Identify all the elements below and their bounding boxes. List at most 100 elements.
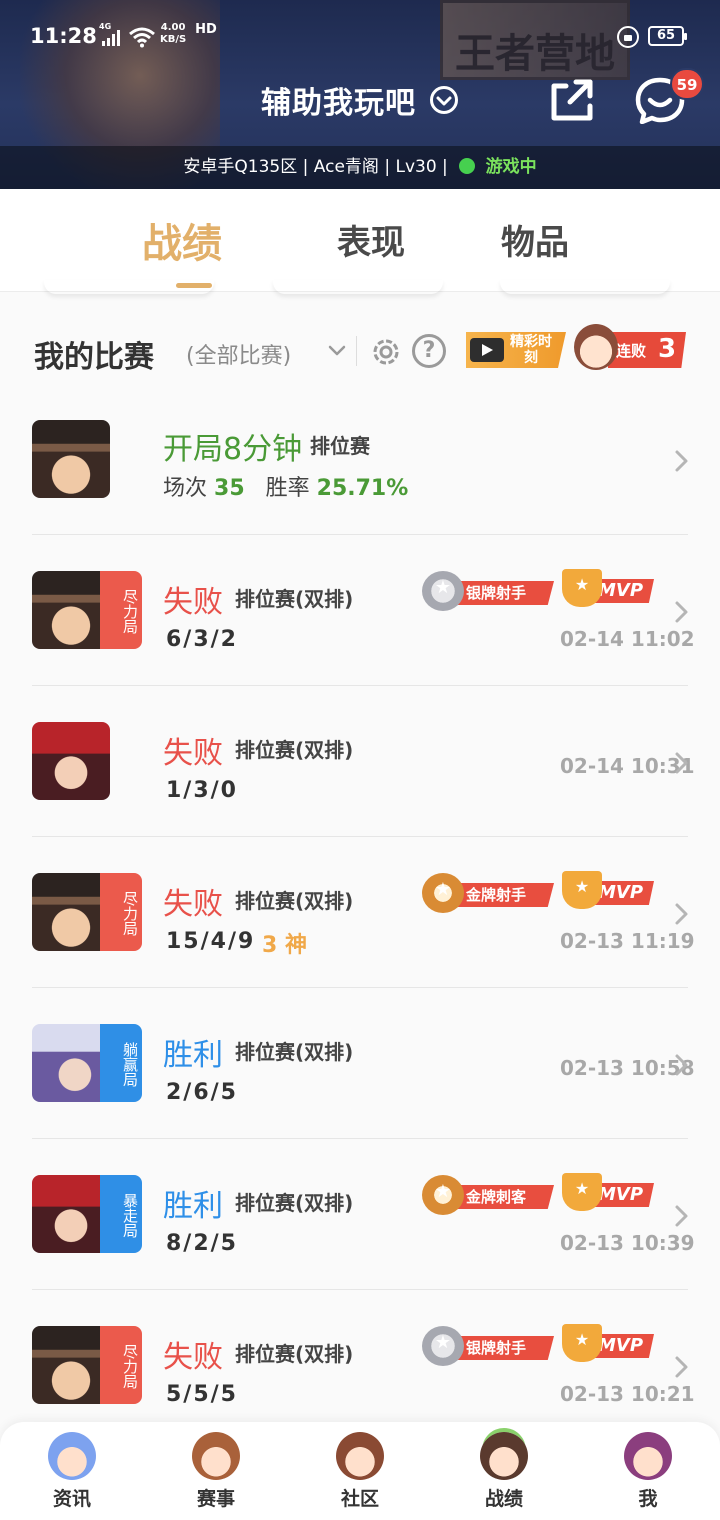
chevron-down-circle-icon (430, 86, 459, 114)
online-status-text: 游戏中 (485, 157, 537, 177)
games-count: 35 (214, 476, 245, 501)
online-status-dot (459, 158, 476, 174)
medal-badge: 金牌刺客 (422, 1175, 562, 1215)
match-row[interactable]: 尽力局 失败 排位赛(双排) 6/3/2 银牌射手 MVP 02-14 11:0… (0, 535, 720, 686)
gold-medal-icon (422, 873, 464, 913)
highlight-moments-label: 精彩时刻 (510, 334, 552, 366)
match-tag: 尽力局 (100, 873, 142, 951)
signal-icon (102, 30, 124, 46)
match-mode: 排位赛(双排) (235, 1191, 354, 1215)
summary-stats: 场次 35 胜率 25.71% (163, 470, 408, 502)
chevron-right-icon (675, 752, 688, 774)
matches-section-header: 我的比赛 (全部比赛) ? 精彩时刻 连败 3 (0, 318, 720, 382)
medal-badge: 银牌射手 (422, 1326, 562, 1366)
match-row[interactable]: 暴走局 胜利 排位赛(双排) 8/2/5 金牌刺客 MVP 02-13 10:3… (0, 1139, 720, 1290)
status-time: 11:28 (30, 24, 97, 48)
news-avatar-icon (48, 1432, 96, 1480)
page-title: 辅助我玩吧 (260, 86, 416, 121)
winrate-value: 25.71% (316, 476, 409, 501)
match-row[interactable]: 尽力局 失败 排位赛(双排) 15/4/9 3 神 金牌射手 MVP 02-13… (0, 837, 720, 988)
nav-label: 资讯 (52, 1488, 91, 1510)
nav-events[interactable]: 赛事 (144, 1432, 288, 1511)
summary-row[interactable]: 开局8分钟 排位赛 场次 35 胜率 25.71% (0, 384, 720, 535)
streak-label: 连败 (616, 342, 647, 360)
mvp-badge: MVP (560, 569, 656, 611)
match-row[interactable]: 失败 排位赛(双排) 1/3/0 02-14 10:31 (0, 686, 720, 837)
tab-items[interactable]: 物品 (501, 215, 569, 264)
hero-avatar (32, 873, 110, 951)
chevron-right-icon (675, 601, 688, 623)
network-speed: 4.00 KB/S (160, 22, 186, 46)
mvp-badge: MVP (560, 871, 656, 913)
match-list: 开局8分钟 排位赛 场次 35 胜率 25.71% 尽力局 失败 排位赛(双排)… (0, 384, 720, 1441)
medal-badge: 金牌射手 (422, 873, 562, 913)
hero-avatar (32, 722, 110, 800)
medal-label: 银牌射手 (450, 1336, 554, 1360)
speed-unit: KB/S (160, 34, 187, 45)
trophy-icon (562, 1324, 602, 1362)
chevron-down-icon[interactable] (326, 340, 348, 362)
nav-news[interactable]: 资讯 (0, 1432, 144, 1511)
nav-community[interactable]: 社区 (288, 1432, 432, 1511)
rotation-lock-icon (617, 26, 639, 48)
tab-performance[interactable]: 表现 (337, 215, 405, 264)
trophy-icon (562, 871, 602, 909)
me-avatar-icon (624, 1432, 672, 1480)
chevron-right-icon (675, 903, 688, 925)
match-row[interactable]: 躺赢局 胜利 排位赛(双排) 2/6/5 02-13 10:58 (0, 988, 720, 1139)
trophy-icon (562, 569, 602, 607)
trophy-icon (562, 1173, 602, 1211)
match-filter-dropdown[interactable]: (全部比赛) (186, 338, 291, 370)
highlight-moments-button[interactable]: 精彩时刻 (466, 332, 566, 368)
nav-records[interactable]: 战绩 (432, 1432, 576, 1511)
account-switcher[interactable]: 辅助我玩吧 (0, 78, 720, 122)
records-avatar-icon (480, 1432, 528, 1480)
collapsed-card-edge (44, 280, 214, 294)
speed-value: 4.00 (160, 22, 186, 33)
games-label: 场次 (163, 476, 208, 501)
crying-avatar-icon (574, 324, 618, 370)
match-mode: 排位赛(双排) (235, 587, 354, 611)
share-icon[interactable] (546, 76, 598, 124)
silver-medal-icon (422, 1326, 464, 1366)
separator: | (384, 157, 391, 177)
mvp-badge: MVP (560, 1173, 656, 1215)
losing-streak-badge: 连败 3 (570, 324, 686, 372)
match-time: 02-14 11:02 (560, 627, 695, 651)
match-mode: 排位赛(双排) (235, 738, 354, 762)
match-kda: 8/2/5 (166, 1231, 238, 1256)
match-tag: 暴走局 (100, 1175, 142, 1253)
chevron-right-icon (675, 1205, 688, 1227)
community-avatar-icon (336, 1432, 384, 1480)
nav-label: 社区 (340, 1488, 379, 1510)
match-kda: 6/3/2 (166, 627, 238, 652)
gear-icon[interactable] (368, 334, 404, 370)
nav-label: 战绩 (484, 1488, 523, 1510)
help-icon[interactable]: ? (412, 334, 446, 368)
tab-records[interactable]: 战绩 (142, 211, 222, 269)
silver-medal-icon (422, 571, 464, 611)
nav-me[interactable]: 我 (576, 1432, 720, 1511)
chevron-right-icon (675, 1054, 688, 1076)
match-kda: 15/4/9 (166, 929, 256, 954)
events-avatar-icon (192, 1432, 240, 1480)
divider (356, 336, 357, 366)
medal-label: 金牌刺客 (450, 1185, 554, 1209)
hero-avatar (32, 571, 110, 649)
separator: | (442, 157, 448, 177)
chevron-right-icon (675, 450, 688, 472)
medal-label: 金牌射手 (450, 883, 554, 907)
hero-avatar (32, 1175, 110, 1253)
video-camera-icon (470, 338, 504, 362)
match-result: 胜利 (163, 1038, 223, 1073)
hero-avatar (32, 1326, 110, 1404)
streak-count: 3 (658, 334, 677, 364)
match-result: 失败 (163, 887, 223, 922)
summary-mode: 排位赛 (310, 434, 370, 458)
mvp-badge: MVP (560, 1324, 656, 1366)
match-result: 胜利 (163, 1189, 223, 1224)
nav-label: 赛事 (196, 1488, 235, 1510)
match-row[interactable]: 尽力局 失败 排位赛(双排) 5/5/5 银牌射手 MVP 02-13 10:2… (0, 1290, 720, 1441)
player-level: Lv30 (395, 157, 437, 177)
tab-bar: 战绩 表现 物品 (0, 189, 720, 292)
